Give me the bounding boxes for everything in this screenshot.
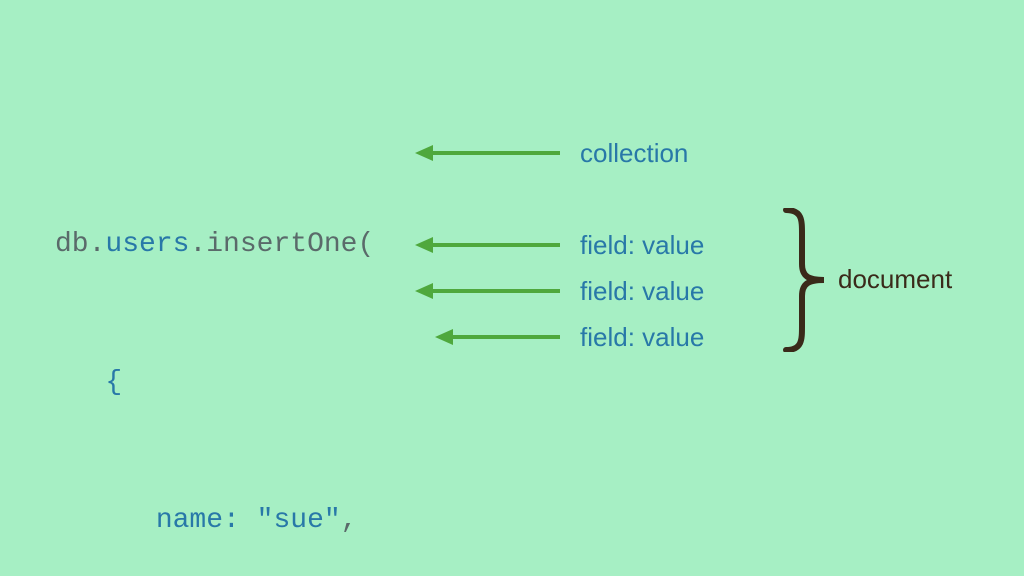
brace-icon	[780, 208, 830, 352]
annotation-field-value: field: value	[580, 276, 704, 307]
token-db: db	[55, 229, 89, 260]
token-method: insertOne	[206, 229, 357, 260]
token-paren-open: (	[357, 229, 374, 260]
code-line-3: name: "sue",	[55, 498, 442, 544]
code-line-1: db.users.insertOne(	[55, 222, 442, 268]
arrow-icon	[415, 143, 560, 163]
token-field-key: name	[156, 505, 223, 536]
arrow-icon	[415, 281, 560, 301]
token-dot: .	[89, 229, 106, 260]
arrow-icon	[435, 327, 560, 347]
token-brace-open: {	[105, 367, 122, 398]
annotation-field-value: field: value	[580, 230, 704, 261]
code-line-2: {	[55, 360, 442, 406]
annotation-document: document	[838, 264, 952, 295]
token-field-value: "sue"	[257, 505, 341, 536]
arrow-icon	[415, 235, 560, 255]
token-comma: ,	[341, 505, 358, 536]
token-colon: :	[223, 505, 257, 536]
code-block: db.users.insertOne( { name: "sue", age: …	[55, 130, 442, 576]
token-dot: .	[189, 229, 206, 260]
token-collection-name: users	[105, 229, 189, 260]
annotation-field-value: field: value	[580, 322, 704, 353]
annotation-collection: collection	[580, 138, 688, 169]
